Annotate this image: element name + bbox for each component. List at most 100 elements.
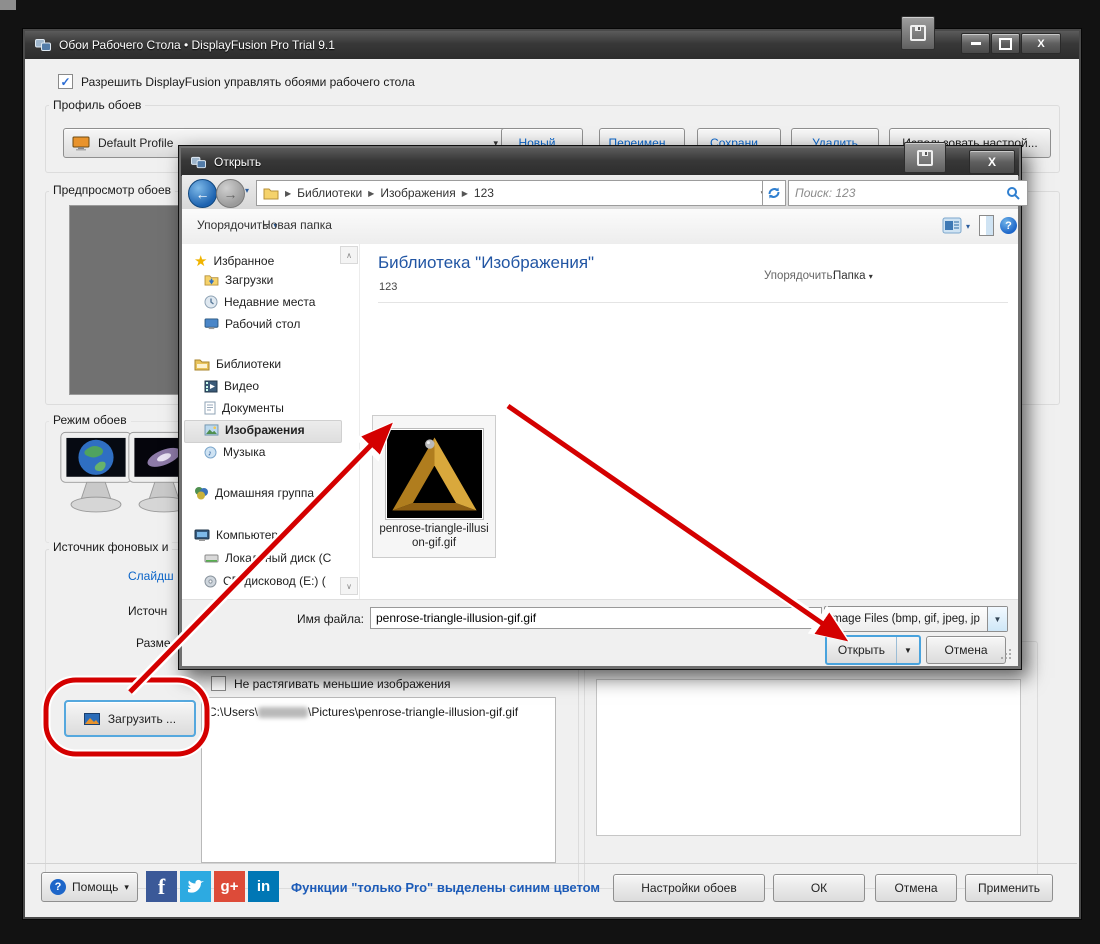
linkedin-icon[interactable]: in bbox=[248, 871, 279, 902]
pictures-icon bbox=[204, 424, 219, 436]
search-input[interactable]: Поиск: 123 bbox=[788, 180, 1028, 206]
google-plus-glyph: g+ bbox=[221, 878, 239, 895]
dialog-close-icon: X bbox=[988, 155, 996, 169]
arrange-dropdown[interactable]: Папка ▾ bbox=[833, 270, 873, 282]
help-icon: ? bbox=[50, 879, 66, 895]
filetype-dropdown[interactable]: Image Files (bmp, gif, jpeg, jp ▼ bbox=[824, 606, 1008, 632]
main-window-title: Обои Рабочего Стола • DisplayFusion Pro … bbox=[59, 38, 335, 52]
help-button[interactable]: ? Помощь ▾ bbox=[41, 872, 138, 902]
crumb-sep-icon: ▶ bbox=[279, 189, 297, 198]
enable-checkbox[interactable]: ✓ bbox=[58, 74, 73, 89]
search-icon[interactable] bbox=[1006, 186, 1021, 201]
documents-label: Документы bbox=[222, 401, 284, 415]
sidebar-item-libraries[interactable]: Библиотеки bbox=[194, 357, 281, 371]
close-icon: X bbox=[1037, 38, 1044, 50]
dialog-nav-row: ← → ▾ ▶ Библиотеки ▶ Изображения ▶ 123 ▼ bbox=[182, 175, 1018, 209]
overlay-save-button[interactable] bbox=[901, 16, 935, 50]
dialog-cancel-button[interactable]: Отмена bbox=[926, 636, 1006, 664]
enable-label: Разрешить DisplayFusion управлять обоями… bbox=[81, 75, 415, 89]
breadcrumb-pictures[interactable]: Изображения bbox=[380, 186, 455, 200]
open-options-button[interactable]: ▼ bbox=[896, 637, 919, 663]
floppy-icon bbox=[910, 25, 926, 41]
sidebar-item-favorites[interactable]: ★ Избранное bbox=[194, 252, 274, 270]
sidebar-scroll-up[interactable]: ∧ bbox=[340, 246, 358, 264]
dialog-titlebar[interactable]: Открыть bbox=[181, 148, 1019, 176]
open-button[interactable]: Открыть bbox=[827, 637, 896, 663]
dialog-overlay-save-button[interactable] bbox=[904, 142, 946, 173]
breadcrumb-libraries[interactable]: Библиотеки bbox=[297, 186, 362, 200]
no-stretch-checkbox[interactable] bbox=[211, 676, 226, 691]
sidebar-separator bbox=[359, 244, 360, 599]
file-item-penrose[interactable]: penrose-triangle-illusion-gif.gif bbox=[372, 415, 496, 558]
homegroup-icon bbox=[194, 486, 209, 500]
twitter-bird-icon bbox=[186, 879, 206, 895]
address-bar[interactable]: ▶ Библиотеки ▶ Изображения ▶ 123 ▼ bbox=[256, 180, 774, 206]
sidebar-item-downloads[interactable]: Загрузки bbox=[204, 273, 273, 287]
wallpaper-settings-label: Настройки обоев bbox=[641, 881, 736, 895]
check-icon: ✓ bbox=[60, 75, 70, 89]
sidebar-item-documents[interactable]: Документы bbox=[204, 401, 284, 415]
history-caret-icon[interactable]: ▾ bbox=[245, 186, 249, 195]
resize-grip[interactable] bbox=[1000, 648, 1012, 660]
filename-label: Имя файла: bbox=[254, 612, 364, 626]
forward-button[interactable]: → bbox=[216, 179, 245, 208]
sidebar-item-pictures[interactable]: Изображения bbox=[204, 423, 305, 437]
wallpaper-settings-button[interactable]: Настройки обоев bbox=[613, 874, 765, 902]
back-button[interactable]: ← bbox=[188, 179, 217, 208]
preview-group-label: Предпросмотр обоев bbox=[49, 183, 175, 197]
cancel-button[interactable]: Отмена bbox=[875, 874, 957, 902]
music-label: Музыка bbox=[223, 445, 265, 459]
dialog-toolbar: Упорядочить ▾ Новая папка ▾ ? bbox=[182, 209, 1018, 245]
scroll-down-icon: ∨ bbox=[346, 582, 352, 591]
folder-icon bbox=[263, 187, 279, 200]
forward-icon: → bbox=[224, 186, 238, 202]
mode-monitor-earth-icon[interactable] bbox=[59, 429, 133, 519]
sidebar-item-videos[interactable]: Видео bbox=[204, 379, 259, 393]
filename-input[interactable] bbox=[370, 607, 822, 629]
crumb-sep-icon: ▶ bbox=[362, 189, 380, 198]
mode-group-label: Режим обоев bbox=[49, 413, 131, 427]
breadcrumb-123[interactable]: 123 bbox=[474, 186, 494, 200]
google-plus-icon[interactable]: g+ bbox=[214, 871, 245, 902]
views-icon[interactable] bbox=[942, 217, 962, 234]
dialog-floppy-icon bbox=[917, 150, 933, 166]
facebook-icon[interactable]: f bbox=[146, 871, 177, 902]
dialog-help-icon[interactable]: ? bbox=[1000, 217, 1017, 234]
cd-drive-label: CD-дисковод (E:) ( bbox=[223, 574, 326, 588]
apply-button[interactable]: Применить bbox=[965, 874, 1053, 902]
sidebar-item-homegroup[interactable]: Домашняя группа bbox=[194, 486, 314, 500]
twitter-icon[interactable] bbox=[180, 871, 211, 902]
displayfusion-logo-icon bbox=[35, 37, 51, 53]
maximize-button[interactable] bbox=[991, 33, 1020, 54]
minimize-button[interactable] bbox=[961, 33, 990, 54]
disk-icon bbox=[204, 553, 219, 564]
sidebar-item-desktop[interactable]: Рабочий стол bbox=[204, 317, 300, 331]
ok-button[interactable]: ОК bbox=[773, 874, 865, 902]
filetype-caret-button[interactable]: ▼ bbox=[987, 607, 1007, 631]
close-button[interactable]: X bbox=[1021, 33, 1061, 54]
slideshow-link[interactable]: Слайдш bbox=[128, 569, 174, 583]
scroll-up-icon: ∧ bbox=[346, 251, 352, 260]
path-after: \Pictures\penrose-triangle-illusion-gif.… bbox=[308, 705, 518, 719]
views-caret-icon[interactable]: ▾ bbox=[966, 222, 970, 231]
sidebar-item-recent[interactable]: Недавние места bbox=[204, 295, 315, 309]
sidebar-item-computer[interactable]: Компьютер bbox=[194, 528, 278, 542]
sidebar-scroll-down[interactable]: ∨ bbox=[340, 577, 358, 595]
refresh-button[interactable] bbox=[762, 180, 786, 206]
libraries-label: Библиотеки bbox=[216, 357, 281, 371]
header-divider bbox=[378, 302, 1008, 303]
dialog-close-button[interactable]: X bbox=[969, 150, 1015, 174]
sidebar-item-music[interactable]: ♪ Музыка bbox=[204, 445, 265, 459]
load-wallpaper-button[interactable]: Загрузить ... bbox=[65, 701, 195, 736]
computer-icon bbox=[194, 529, 210, 542]
dialog-bottom-panel: Имя файла: Image Files (bmp, gif, jpeg, … bbox=[182, 599, 1018, 664]
sidebar-item-cd-drive[interactable]: CD-дисковод (E:) ( bbox=[204, 574, 326, 588]
redacted-username bbox=[258, 707, 308, 718]
preview-pane-icon[interactable] bbox=[979, 215, 994, 236]
sidebar-item-local-disk[interactable]: Локальный диск (C bbox=[204, 551, 331, 565]
right-empty-list[interactable] bbox=[596, 679, 1021, 836]
desktop-icon bbox=[204, 318, 219, 330]
search-value: Поиск: 123 bbox=[795, 186, 855, 200]
wallpaper-path-list[interactable]: C:\Users\\Pictures\penrose-triangle-illu… bbox=[201, 697, 556, 863]
new-folder-button[interactable]: Новая папка bbox=[262, 218, 332, 232]
